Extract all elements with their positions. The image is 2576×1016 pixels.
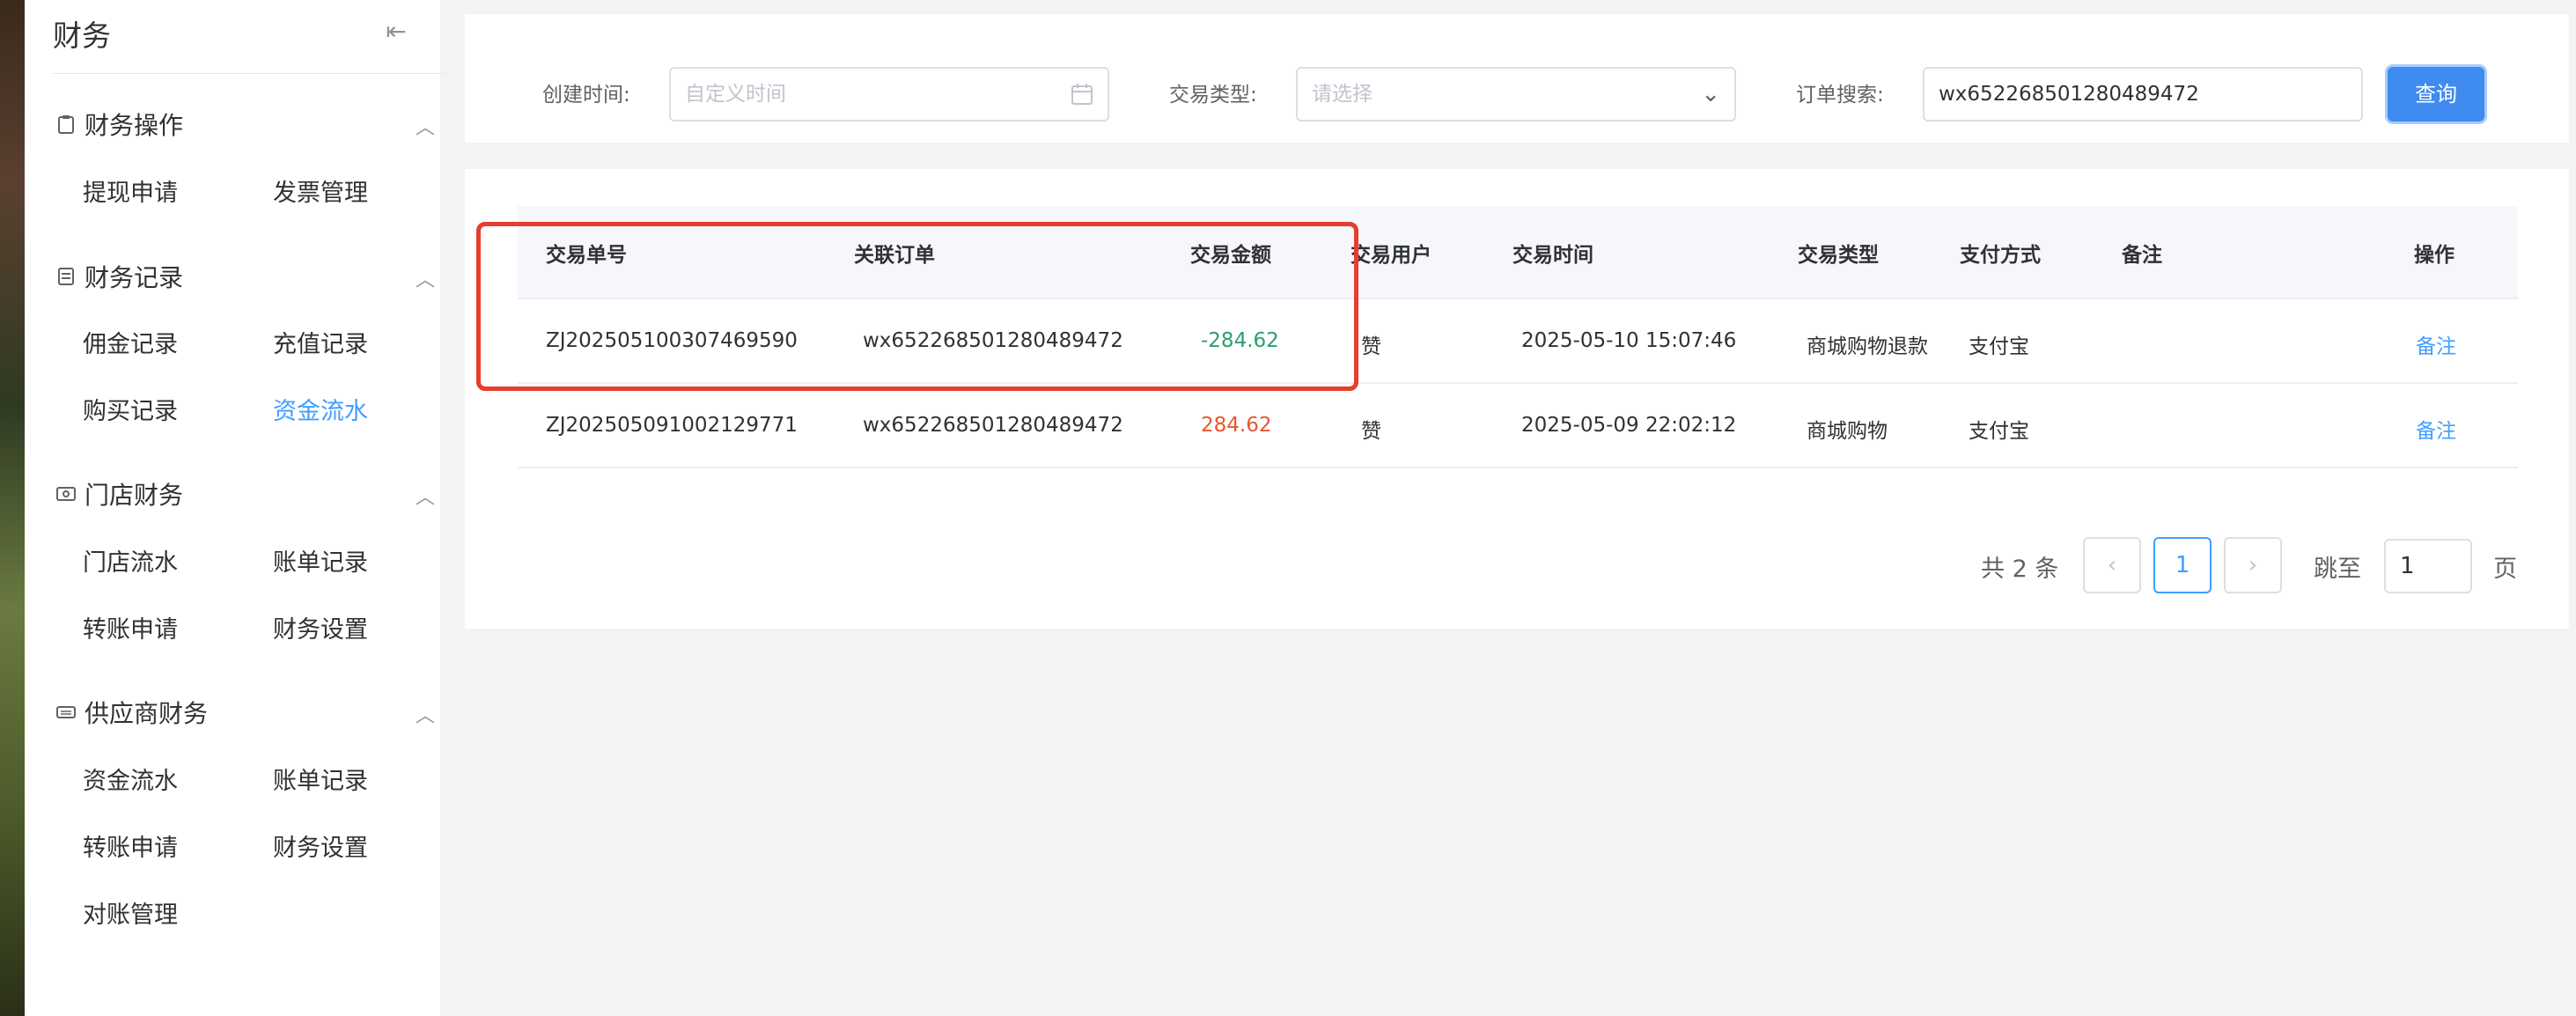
sidebar-title: 财务 [53, 18, 111, 53]
cell-pay-method: 支付宝 [1969, 420, 2029, 443]
chevron-up-icon: ︿ [415, 117, 435, 139]
cell-user: 赞 [1361, 420, 1381, 443]
chevron-left-icon: ‹ [2107, 552, 2117, 578]
cell-type: 商城购物退款 [1807, 335, 1928, 358]
annotation-highlight-box [476, 222, 1358, 391]
clipboard-icon [56, 114, 76, 134]
sidebar-item-fund-flow[interactable]: 资金流水 [273, 394, 368, 430]
pagination-page-1[interactable]: 1 [2153, 537, 2212, 593]
sidebar-item-commission[interactable]: 佣金记录 [83, 328, 178, 363]
cell-user: 赞 [1361, 335, 1381, 358]
sidebar-item-purchase[interactable]: 购买记录 [83, 394, 178, 430]
cell-order: wx652268501280489472 [863, 414, 1123, 437]
trade-type-select[interactable]: 请选择 ⌄ [1296, 67, 1736, 121]
order-search-input[interactable]: wx652268501280489472 [1923, 67, 2363, 121]
chevron-right-icon: › [2248, 552, 2258, 578]
sidebar-item-withdraw[interactable]: 提现申请 [83, 176, 178, 211]
sidebar-item-store-flow[interactable]: 门店流水 [83, 546, 178, 581]
sidebar-group-label: 财务操作 [85, 111, 184, 140]
calendar-icon [1071, 69, 1093, 124]
remark-link[interactable]: 备注 [2416, 329, 2456, 359]
order-search-value: wx652268501280489472 [1939, 83, 2199, 106]
cell-pay-method: 支付宝 [1969, 335, 2029, 358]
pagination-jump-input[interactable]: 1 [2384, 539, 2472, 593]
col-time: 交易时间 [1512, 244, 1593, 267]
document-icon [56, 267, 76, 286]
sidebar-group-store-finance[interactable]: 门店财务 ︿ [56, 475, 435, 513]
col-remark: 备注 [2122, 244, 2162, 267]
col-action: 操作 [2414, 244, 2455, 267]
sidebar-group-label: 财务记录 [85, 263, 184, 292]
sidebar-group-supplier-finance[interactable]: 供应商财务 ︿ [56, 693, 435, 732]
keyboard-icon [56, 703, 76, 722]
chevron-up-icon: ︿ [415, 705, 435, 727]
collapse-left-icon[interactable]: ⇤ [380, 16, 412, 48]
cell-type: 商城购物 [1807, 420, 1888, 443]
pagination-jump-label: 跳至 [2314, 556, 2361, 583]
sidebar-group-label: 供应商财务 [85, 699, 209, 728]
cash-icon [56, 484, 76, 504]
sidebar-divider [53, 73, 445, 74]
table-row: ZJ202505091002129771 wx65226850128048947… [518, 384, 2518, 468]
filter-panel: 创建时间: 自定义时间 交易类型: 请选择 ⌄ 订单搜索: wx65226850… [465, 14, 2569, 143]
sidebar-item-supplier-flow[interactable]: 资金流水 [83, 764, 178, 799]
sidebar-item-supplier-transfer[interactable]: 转账申请 [83, 831, 178, 866]
created-time-placeholder: 自定义时间 [685, 83, 786, 106]
created-time-label: 创建时间: [542, 84, 630, 107]
sidebar-item-store-transfer[interactable]: 转账申请 [83, 613, 178, 648]
cell-trade-no: ZJ202505091002129771 [546, 414, 798, 437]
sidebar-item-supplier-bills[interactable]: 账单记录 [273, 764, 368, 799]
created-time-picker[interactable]: 自定义时间 [669, 67, 1109, 121]
pagination-page-label: 页 [2493, 556, 2517, 583]
cell-time: 2025-05-10 15:07:46 [1521, 329, 1737, 352]
chevron-down-icon: ⌄ [1701, 81, 1720, 107]
background-image-strip [0, 0, 25, 1016]
sidebar-item-reconciliation[interactable]: 对账管理 [83, 898, 178, 933]
col-pay-method: 支付方式 [1960, 244, 2041, 267]
col-user: 交易用户 [1351, 244, 1432, 267]
cell-amount: 284.62 [1201, 414, 1272, 437]
chevron-up-icon: ︿ [415, 487, 435, 509]
sidebar-item-recharge[interactable]: 充值记录 [273, 328, 368, 363]
pagination-next-button[interactable]: › [2224, 537, 2282, 593]
sidebar-item-store-settings[interactable]: 财务设置 [273, 613, 368, 648]
remark-link[interactable]: 备注 [2416, 414, 2456, 444]
sidebar: 财务 ⇤ 财务操作 ︿ 提现申请 发票管理 财务记录 ︿ 佣金记录 充值记录 购… [25, 0, 445, 1016]
col-type: 交易类型 [1798, 244, 1879, 267]
query-button[interactable]: 查询 [2388, 67, 2484, 121]
chevron-up-icon: ︿ [415, 269, 435, 291]
pagination-prev-button[interactable]: ‹ [2083, 537, 2141, 593]
pagination-total: 共 2 条 [1981, 556, 2059, 583]
cell-time: 2025-05-09 22:02:12 [1521, 414, 1737, 437]
trade-type-placeholder: 请选择 [1312, 83, 1373, 106]
sidebar-item-supplier-settings[interactable]: 财务设置 [273, 831, 368, 866]
trade-type-label: 交易类型: [1169, 84, 1257, 107]
order-search-label: 订单搜索: [1796, 84, 1884, 107]
sidebar-group-label: 门店财务 [85, 481, 184, 510]
sidebar-group-finance-records[interactable]: 财务记录 ︿ [56, 257, 435, 296]
sidebar-group-finance-ops[interactable]: 财务操作 ︿ [56, 105, 435, 144]
sidebar-item-invoice[interactable]: 发票管理 [273, 176, 368, 211]
sidebar-item-store-bills[interactable]: 账单记录 [273, 546, 368, 581]
